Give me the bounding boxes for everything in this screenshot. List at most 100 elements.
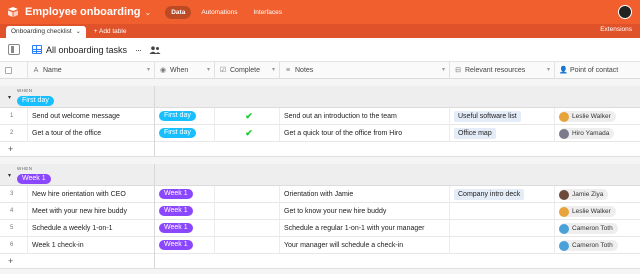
nav-automations[interactable]: Automations xyxy=(195,6,243,19)
view-toolbar: All onboarding tasks ··· xyxy=(0,38,640,62)
cell-resources[interactable] xyxy=(450,220,555,237)
table-row[interactable]: 6 Week 1 check-in Week 1 Your manager wi… xyxy=(0,237,640,254)
column-label: Notes xyxy=(295,67,314,74)
cell-notes[interactable]: Orientation with Jamie xyxy=(280,186,450,203)
chevron-down-icon[interactable]: ⌄ xyxy=(76,26,81,38)
column-header-resources[interactable]: ⊟ Relevant resources ▾ xyxy=(450,62,555,79)
chevron-down-icon[interactable]: ▾ xyxy=(207,62,210,79)
column-header-name[interactable]: A Name ▾ xyxy=(28,62,155,79)
cell-complete[interactable] xyxy=(215,237,280,254)
long-text-icon: ≡ xyxy=(285,67,291,74)
cell-resources[interactable]: Company intro deck xyxy=(450,186,555,203)
cell-when[interactable]: Week 1 xyxy=(155,220,215,237)
person-name: Leslie Walker xyxy=(572,208,611,215)
person-chip: Leslie Walker xyxy=(559,111,616,122)
resource-chip[interactable]: Office map xyxy=(454,128,496,139)
cell-resources[interactable]: Office map xyxy=(450,125,555,142)
cell-when[interactable]: Week 1 xyxy=(155,186,215,203)
cell-contact[interactable]: Leslie Walker xyxy=(555,108,640,125)
cell-notes[interactable]: Get a quick tour of the office from Hiro xyxy=(280,125,450,142)
app-title[interactable]: Employee onboarding xyxy=(25,6,141,18)
cell-notes[interactable]: Schedule a regular 1-on-1 with your mana… xyxy=(280,220,450,237)
cell-resources[interactable] xyxy=(450,203,555,220)
cell-contact[interactable]: Hiro Yamada xyxy=(555,125,640,142)
cell-contact[interactable]: Cameron Toth xyxy=(555,220,640,237)
checkbox-icon: ☑ xyxy=(219,67,227,74)
resource-chip[interactable]: Company intro deck xyxy=(454,189,525,200)
cell-when[interactable]: First day xyxy=(155,108,215,125)
cell-name[interactable]: New hire orientation with CEO xyxy=(28,186,155,203)
grid-header: A Name ▾ ◉ When ▾ ☑ Complete ▾ ≡ Notes ▾ ⊟ Releva… xyxy=(0,62,640,79)
cell-when[interactable]: Week 1 xyxy=(155,203,215,220)
app-logo-icon[interactable] xyxy=(6,5,20,19)
cell-complete[interactable]: ✔ xyxy=(215,125,280,142)
tab-onboarding-checklist[interactable]: Onboarding checklist ⌄ xyxy=(6,26,86,38)
table-row[interactable]: 3 New hire orientation with CEO Week 1 O… xyxy=(0,186,640,203)
cell-complete[interactable] xyxy=(215,203,280,220)
avatar xyxy=(559,240,569,251)
column-header-notes[interactable]: ≡ Notes ▾ xyxy=(280,62,450,79)
cell-contact[interactable]: Leslie Walker xyxy=(555,203,640,220)
cell-notes[interactable]: Your manager will schedule a check-in xyxy=(280,237,450,254)
avatar xyxy=(559,128,569,139)
cell-complete[interactable]: ✔ xyxy=(215,108,280,125)
person-name: Hiro Yamada xyxy=(572,130,610,137)
column-header-complete[interactable]: ☑ Complete ▾ xyxy=(215,62,280,79)
table-row[interactable]: 5 Schedule a weekly 1-on-1 Week 1 Schedu… xyxy=(0,220,640,237)
cell-complete[interactable] xyxy=(215,220,280,237)
group-header-week-1[interactable]: ▾ WHEN Week 1 xyxy=(0,164,640,186)
person-chip: Cameron Toth xyxy=(559,240,618,251)
person-icon: 👤 xyxy=(559,67,568,74)
cell-resources[interactable] xyxy=(450,237,555,254)
collapse-caret-icon[interactable]: ▾ xyxy=(8,94,11,101)
chevron-down-icon[interactable]: ▾ xyxy=(442,62,445,79)
table-row[interactable]: 2 Get a tour of the office First day ✔ G… xyxy=(0,125,640,142)
sidebar-toggle-icon[interactable] xyxy=(8,44,20,55)
cell-when[interactable]: First day xyxy=(155,125,215,142)
chevron-down-icon[interactable]: ⌄ xyxy=(145,8,152,17)
chevron-down-icon[interactable]: ▾ xyxy=(547,62,550,79)
when-pill: Week 1 xyxy=(159,206,193,216)
chevron-down-icon[interactable]: ▾ xyxy=(147,62,150,79)
collaborators-icon[interactable] xyxy=(149,45,161,54)
cell-notes[interactable]: Get to know your new hire buddy xyxy=(280,203,450,220)
add-record-row[interactable]: + xyxy=(0,142,640,157)
cell-name[interactable]: Meet with your new hire buddy xyxy=(28,203,155,220)
table-row[interactable]: 1 Send out welcome message First day ✔ S… xyxy=(0,108,640,125)
text-field-icon: A xyxy=(33,67,39,74)
group-header-first-day[interactable]: ▾ WHEN First day xyxy=(0,86,640,108)
cell-resources[interactable]: Useful software list xyxy=(450,108,555,125)
collapse-caret-icon[interactable]: ▾ xyxy=(8,172,11,179)
column-header-contact[interactable]: 👤 Point of contact xyxy=(555,62,640,79)
view-name[interactable]: All onboarding tasks xyxy=(46,45,127,55)
table-row[interactable]: 4 Meet with your new hire buddy Week 1 G… xyxy=(0,203,640,220)
add-table-button[interactable]: + Add table xyxy=(94,26,127,38)
more-options-icon[interactable]: ··· xyxy=(135,45,142,55)
chevron-down-icon[interactable]: ▾ xyxy=(272,62,275,79)
cell-contact[interactable]: Jamie Ziya xyxy=(555,186,640,203)
cell-name[interactable]: Week 1 check-in xyxy=(28,237,155,254)
add-record-icon[interactable]: + xyxy=(8,254,13,269)
resource-chip[interactable]: Useful software list xyxy=(454,111,521,122)
cell-notes[interactable]: Send out an introduction to the team xyxy=(280,108,450,125)
extensions-button[interactable]: Extensions xyxy=(600,26,632,33)
row-number: 6 xyxy=(0,237,28,254)
cell-contact[interactable]: Cameron Toth xyxy=(555,237,640,254)
when-pill: First day xyxy=(159,111,196,121)
nav-interfaces[interactable]: Interfaces xyxy=(247,6,288,19)
nav-data[interactable]: Data xyxy=(165,5,192,19)
column-header-when[interactable]: ◉ When ▾ xyxy=(155,62,215,79)
column-label: Complete xyxy=(230,67,260,74)
column-label: Point of contact xyxy=(570,67,619,74)
person-name: Leslie Walker xyxy=(572,113,611,120)
cell-complete[interactable] xyxy=(215,186,280,203)
cell-name[interactable]: Schedule a weekly 1-on-1 xyxy=(28,220,155,237)
select-all-cell xyxy=(0,62,28,79)
select-all-checkbox[interactable] xyxy=(5,67,12,74)
add-record-icon[interactable]: + xyxy=(8,142,13,157)
cell-name[interactable]: Send out welcome message xyxy=(28,108,155,125)
user-avatar[interactable] xyxy=(618,5,632,19)
cell-when[interactable]: Week 1 xyxy=(155,237,215,254)
cell-name[interactable]: Get a tour of the office xyxy=(28,125,155,142)
add-record-row[interactable]: + xyxy=(0,254,640,269)
